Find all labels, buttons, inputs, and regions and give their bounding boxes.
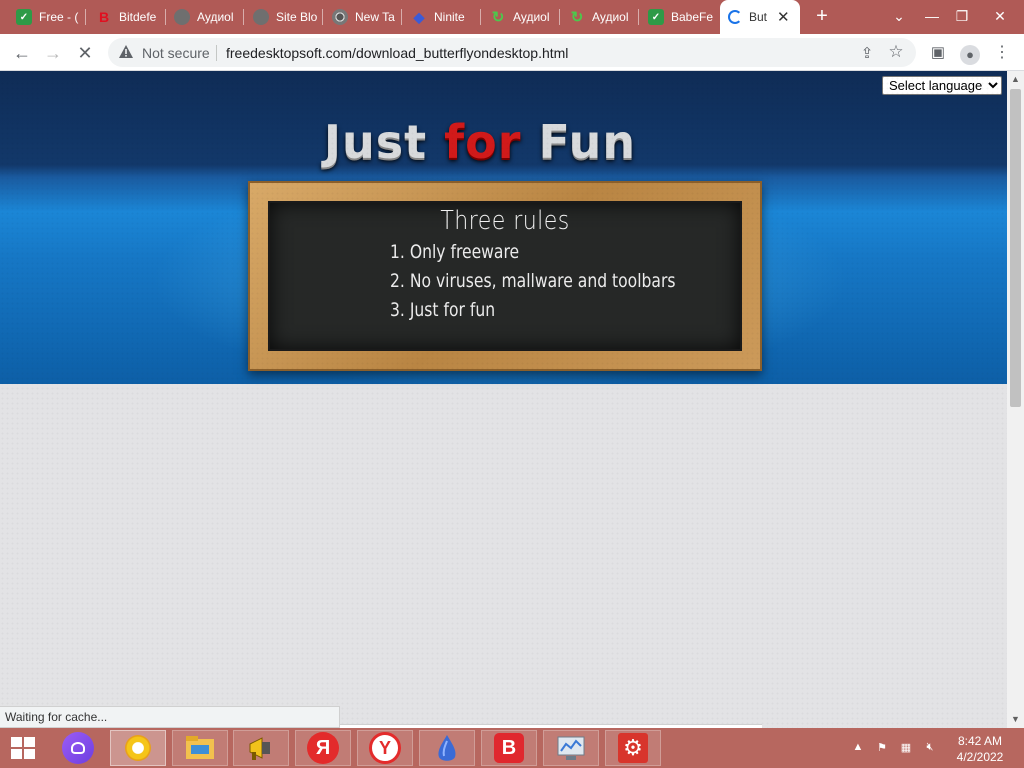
- globe-icon: [174, 9, 190, 25]
- rule-3: 3. Just for fun: [390, 299, 496, 321]
- globe-icon: [253, 9, 269, 25]
- tab-label: Аудиоl: [513, 10, 550, 24]
- profile-avatar-icon[interactable]: ●: [958, 41, 982, 65]
- tab-new-tab[interactable]: New Ta: [332, 4, 402, 30]
- chrome-taskbar-icon[interactable]: [110, 730, 166, 766]
- rule-1: 1. Only freeware: [390, 241, 520, 263]
- yandex-browser-icon[interactable]: Y: [357, 730, 413, 766]
- gear-app-icon[interactable]: ⚙: [605, 730, 661, 766]
- green-loop-icon: ↻: [570, 9, 584, 26]
- site-header: Just for Fun Select language Three rules…: [0, 71, 1007, 391]
- tab-label: Site Blo: [276, 10, 318, 24]
- new-tab-button[interactable]: +: [812, 6, 832, 26]
- green-check-favicon-icon: ✓: [648, 9, 664, 25]
- tab-label: Free - (: [39, 10, 79, 24]
- title-just: Just: [323, 115, 445, 169]
- tab-ninite[interactable]: ◆ Ninite: [411, 4, 481, 30]
- droplet-app-icon[interactable]: [419, 730, 475, 766]
- browser-toolbar: ← → ✕ Not secure freedesktopsoft.com/dow…: [0, 34, 1024, 71]
- tab-strip: ✓ Free - ( B Bitdefe Аудиоl Site Blo New…: [0, 0, 1024, 34]
- tab-search-chevron-icon[interactable]: ⌄: [884, 4, 914, 28]
- tab-audio-1[interactable]: Аудиоl: [174, 4, 244, 30]
- ninite-icon: ◆: [413, 8, 425, 25]
- tab-label: But: [749, 10, 768, 24]
- forward-arrow-icon[interactable]: →: [41, 41, 65, 65]
- windows-start-icon[interactable]: [0, 730, 46, 766]
- page-viewport: Just for Fun Select language Three rules…: [0, 71, 1007, 728]
- menu-kebab-icon[interactable]: ⋮: [990, 41, 1014, 65]
- site-title: Just for Fun: [0, 115, 960, 169]
- loading-spinner-icon: [728, 10, 742, 24]
- clock-date: 4/2/2022: [956, 750, 1004, 764]
- network-monitor-icon[interactable]: [543, 730, 599, 766]
- minimize-icon[interactable]: —: [917, 4, 947, 28]
- url-text[interactable]: freedesktopsoft.com/download_butterflyon…: [226, 45, 568, 61]
- tab-babefe[interactable]: ✓ BabeFe: [648, 4, 716, 30]
- clock-time: 8:42 AM: [957, 734, 1003, 748]
- language-select[interactable]: Select language: [882, 76, 1002, 95]
- scrollbar-thumb[interactable]: [1010, 89, 1021, 407]
- scroll-up-arrow-icon[interactable]: ▲: [1007, 71, 1024, 88]
- chalkboard: Three rules 1. Only freeware 2. No virus…: [248, 181, 762, 371]
- tab-label: Bitdefe: [119, 10, 157, 24]
- warning-triangle-icon[interactable]: [118, 44, 134, 60]
- page-scrollbar[interactable]: ▲ ▼: [1007, 71, 1024, 728]
- action-center-flag-icon[interactable]: ⚑: [874, 741, 890, 755]
- green-check-favicon-icon: ✓: [16, 9, 32, 25]
- tab-audio-2[interactable]: ↻ Аудиоl: [490, 4, 560, 30]
- vivaldi-b-icon[interactable]: B: [481, 730, 537, 766]
- status-bubble: Waiting for cache...: [0, 706, 340, 728]
- close-tab-icon[interactable]: ✕: [777, 8, 790, 26]
- tab-bitdefender[interactable]: B Bitdefe: [96, 4, 166, 30]
- title-fun: Fun: [521, 115, 637, 169]
- side-panel-icon[interactable]: ▣: [926, 41, 950, 65]
- rules-title: Three rules: [440, 206, 570, 236]
- tab-free[interactable]: ✓ Free - (: [16, 4, 86, 30]
- scroll-down-arrow-icon[interactable]: ▼: [1007, 711, 1024, 728]
- tab-label: BabeFe: [671, 10, 714, 24]
- back-arrow-icon[interactable]: ←: [10, 41, 34, 65]
- tab-label: Аудиоl: [197, 10, 234, 24]
- tab-label: Аудиоl: [592, 10, 629, 24]
- bitdefender-icon: B: [98, 9, 110, 25]
- close-window-icon[interactable]: ✕: [985, 4, 1015, 28]
- tab-site-blocker[interactable]: Site Blo: [253, 4, 323, 30]
- restore-icon[interactable]: ❐: [947, 4, 977, 28]
- bookmark-star-icon[interactable]: ☆: [886, 42, 906, 62]
- rule-2: 2. No viruses, mallware and toolbars: [390, 270, 676, 292]
- tab-label: New Ta: [355, 10, 395, 24]
- stop-loading-icon[interactable]: ✕: [73, 41, 97, 65]
- title-for: for: [444, 115, 522, 169]
- alice-assistant-icon[interactable]: [50, 730, 106, 766]
- share-icon[interactable]: ⇪: [858, 44, 876, 62]
- network-icon[interactable]: ▦: [898, 741, 914, 755]
- tab-label: Ninite: [434, 10, 465, 24]
- taskbar-clock[interactable]: 8:42 AM 4/2/2022: [947, 733, 1013, 765]
- megaphone-icon[interactable]: [233, 730, 289, 766]
- chalkboard-surface: Three rules 1. Only freeware 2. No virus…: [268, 201, 742, 351]
- file-explorer-icon[interactable]: [172, 730, 228, 766]
- tab-butterfly-active[interactable]: But ✕: [720, 0, 800, 34]
- chrome-icon: [332, 9, 348, 25]
- windows-taskbar: Я Y B ⚙ ▲ ⚑ ▦ 🔇︎ 8:42 AM 4/2/2022: [0, 728, 1024, 768]
- yandex-ya-icon[interactable]: Я: [295, 730, 351, 766]
- volume-muted-icon[interactable]: 🔇︎: [922, 741, 938, 755]
- not-secure-label[interactable]: Not secure: [142, 45, 210, 61]
- address-bar[interactable]: Not secure freedesktopsoft.com/download_…: [108, 38, 916, 67]
- green-loop-icon: ↻: [491, 9, 505, 26]
- tray-overflow-chevron-icon[interactable]: ▲: [850, 741, 866, 755]
- tab-audio-3[interactable]: ↻ Аудиоl: [569, 4, 639, 30]
